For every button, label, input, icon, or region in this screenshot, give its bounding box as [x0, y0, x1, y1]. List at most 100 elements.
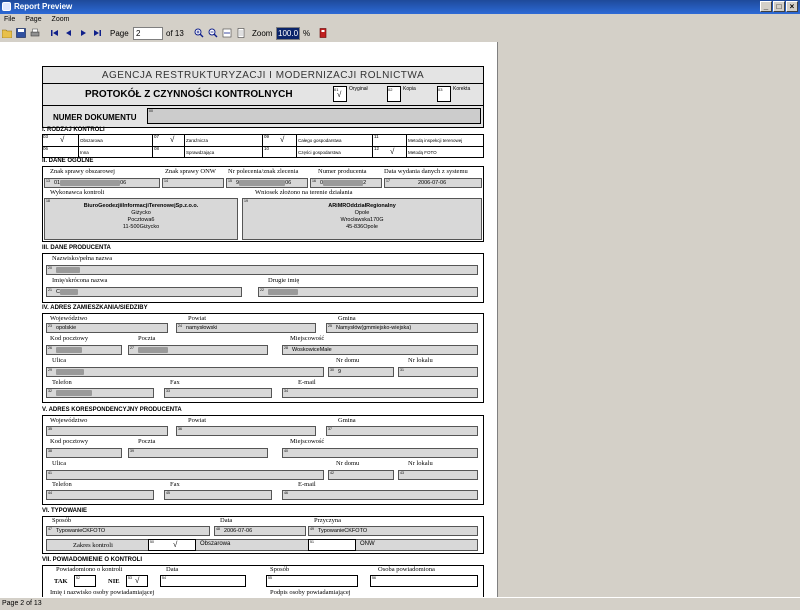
minimize-button[interactable]: _	[760, 1, 772, 12]
imie-field: 21 C	[46, 287, 242, 297]
section-5-title: V. ADRES KORESPONDENCYJNY PRODUCENTA	[42, 407, 182, 413]
report-viewport[interactable]: AGENCJA RESTRUKTURYZACJI I MODERNIZACJI …	[0, 42, 800, 597]
typowanie-data-field: 48 2006-07-06	[214, 526, 306, 536]
kontrola-sprawdzajaca-label: Sprawdzająca	[186, 150, 215, 155]
fax-field: 33	[164, 388, 272, 398]
section-7-title: VII. POWIADOMIENIE O KONTROLI	[42, 557, 143, 563]
section-2-title: II. DANE OGÓLNE	[42, 158, 94, 164]
page-label: Page	[110, 29, 129, 38]
copy-checkbox[interactable]: 02	[387, 86, 401, 102]
k-poczta-field: 39	[128, 448, 268, 458]
drugie-imie-field: 22	[258, 287, 478, 297]
zakres-obszarowa-checkbox: 50 √	[148, 539, 196, 551]
znak-onw-field: 14	[162, 178, 224, 188]
k-kod-pocztowy-field: 38	[46, 448, 122, 458]
check-obszarowa: √	[60, 135, 65, 144]
email-field: 34	[282, 388, 478, 398]
kontrola-foto-label: Metodą FOTO	[408, 150, 437, 155]
zakres-onw-checkbox: 51	[308, 539, 356, 551]
correction-label: Korekta	[453, 86, 471, 92]
gmina-field: 25 Namysłów(gmmiejsko-wiejska)	[326, 323, 478, 333]
window-title: Report Preview	[14, 2, 73, 11]
check-foto: √	[390, 147, 395, 156]
section-6-title: VI. TYPOWANIE	[42, 508, 88, 514]
zoom-input[interactable]: 100.0	[276, 27, 300, 40]
data-wydania-field: 17 2006-07-06	[384, 178, 482, 188]
k-email-field: 46	[282, 490, 478, 500]
zoom-unit: %	[303, 29, 311, 38]
close-button[interactable]: ×	[786, 1, 798, 12]
correction-checkbox[interactable]: 03	[437, 86, 451, 102]
k-nr-lokalu-field: 43	[398, 470, 478, 480]
powiat-field: 24 namysłowski	[176, 323, 316, 333]
nazwisko-field: 20	[46, 265, 478, 275]
menu-file[interactable]: File	[4, 16, 15, 23]
k-telefon-field: 44	[46, 490, 154, 500]
copy-label: Kopia	[403, 86, 416, 92]
fit-page-icon[interactable]	[236, 28, 246, 38]
menu-page[interactable]: Page	[25, 16, 41, 23]
section-3-title: III. DANE PRODUCENTA	[42, 245, 111, 251]
typowanie-przyczyna-field: 49 TypowanieCKFOTO	[308, 526, 478, 536]
k-gmina-field: 37	[326, 426, 478, 436]
original-checkbox[interactable]: 01 √	[333, 86, 347, 102]
status-bar: Page 2 of 13	[0, 597, 800, 609]
check-calego: √	[280, 135, 285, 144]
kontrola-inspekcja-label: Metodą inspekcji terenowej	[408, 138, 463, 143]
page-input[interactable]: 2	[133, 27, 163, 40]
powiadomiono-nie-checkbox: 53 √	[126, 575, 148, 587]
previous-page-icon[interactable]	[64, 28, 74, 38]
kontrola-czesci-label: Części gospodarstwa	[298, 150, 341, 155]
app-icon	[2, 2, 11, 11]
kontrola-obszarowa-label: Obszarowa	[80, 138, 103, 143]
section-1-title: I. RODZAJ KONTROLI	[42, 127, 105, 133]
original-label: Oryginał	[349, 86, 368, 92]
numer-producenta-field: 16 0 2	[310, 178, 382, 188]
menu-bar: File Page Zoom	[0, 14, 800, 25]
osoba-powiadomiona-field: 56	[370, 575, 478, 587]
nr-polecenia-field: 15 9 06	[226, 178, 308, 188]
nr-lokalu-field: 31	[398, 367, 478, 377]
agency-header: AGENCJA RESTRUKTURYZACJI I MODERNIZACJI …	[42, 66, 484, 84]
poczta-field: 27	[128, 345, 268, 355]
first-page-icon[interactable]	[50, 28, 60, 38]
typowanie-sposob-field: 47 TypowanieCKFOTO	[46, 526, 210, 536]
wykonawca-kontroli-box: 18 BiuroGeodezjiiInformacjiTerenowejSp.z…	[44, 198, 238, 240]
print-icon[interactable]	[30, 28, 40, 38]
report-page: AGENCJA RESTRUKTURYZACJI I MODERNIZACJI …	[0, 42, 498, 597]
title-bar: Report Preview _ □ ×	[0, 0, 800, 14]
zoom-out-icon[interactable]	[208, 28, 218, 38]
page-count: of 13	[166, 29, 184, 38]
k-ulica-field: 41	[46, 470, 324, 480]
document-number-field: 00	[147, 108, 481, 124]
document-number-row: NUMER DOKUMENTU 00	[42, 106, 484, 128]
title-row: PROTOKÓŁ Z CZYNNOŚCI KONTROLNYCH 01 √ Ory…	[42, 84, 484, 106]
k-powiat-field: 36	[176, 426, 316, 436]
kod-pocztowy-field: 26	[46, 345, 122, 355]
menu-zoom[interactable]: Zoom	[52, 16, 70, 23]
wniosek-box: 19 ARiMROddziałRegionalny Opole Wrocławs…	[242, 198, 482, 240]
next-page-icon[interactable]	[78, 28, 88, 38]
open-folder-icon[interactable]	[2, 28, 12, 38]
save-icon[interactable]	[16, 28, 26, 38]
znak-sprawy-field: 13 01 06	[44, 178, 160, 188]
exit-icon[interactable]	[318, 28, 328, 38]
powiadomiono-tak-checkbox: 52	[74, 575, 96, 587]
toolbar: Page 2 of 13 Zoom 100.0 %	[0, 25, 800, 42]
powiadomienie-sposob-field: 55	[266, 575, 358, 587]
k-wojewodztwo-field: 35	[46, 426, 168, 436]
zoom-in-icon[interactable]	[194, 28, 204, 38]
section-4-title: IV. ADRES ZAMIESZKANIA/SIEDZIBY	[42, 305, 148, 311]
powiadomienie-data-field: 54	[160, 575, 246, 587]
ulica-field: 29	[46, 367, 324, 377]
maximize-button[interactable]: □	[773, 1, 785, 12]
kontrola-calego-label: Całego gospodarstwa	[298, 138, 342, 143]
fit-width-icon[interactable]	[222, 28, 232, 38]
k-nr-domu-field: 42	[328, 470, 394, 480]
k-miejscowosc-field: 40	[282, 448, 478, 458]
nr-domu-field: 30 9	[328, 367, 394, 377]
miejscowosc-field: 28 WoskowiceMałe	[282, 345, 478, 355]
kontrola-zarazicza-label: Zaraźnicza	[186, 138, 209, 143]
document-number-label: NUMER DOKUMENTU	[53, 113, 137, 122]
last-page-icon[interactable]	[92, 28, 102, 38]
